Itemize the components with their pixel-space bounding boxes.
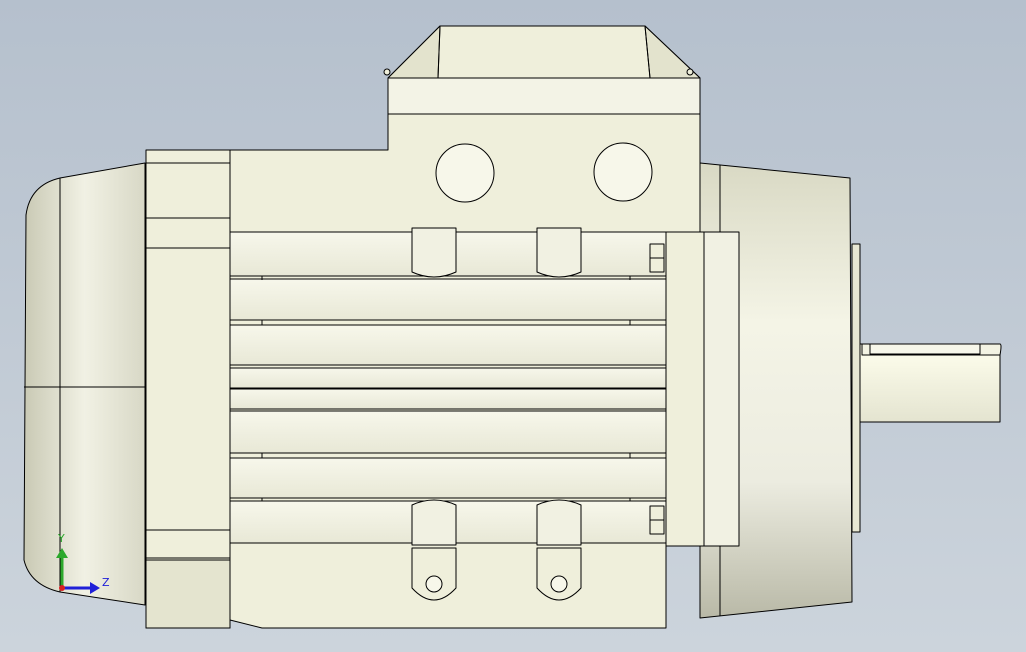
cooling-fins [229, 231, 667, 544]
fan-cover[interactable] [23, 162, 146, 606]
cable-entry-hole-right[interactable] [593, 142, 653, 202]
rear-end-shield[interactable] [145, 149, 243, 629]
cable-entry-hole-left[interactable] [435, 143, 495, 203]
output-shaft[interactable] [859, 343, 1002, 423]
terminal-box[interactable] [383, 25, 701, 115]
motor-model-drawing[interactable] [0, 0, 1026, 652]
axis-y-label: Y [58, 532, 65, 545]
axis-z-label: Z [102, 576, 110, 589]
graphics-viewport[interactable]: Y Z [0, 0, 1026, 652]
